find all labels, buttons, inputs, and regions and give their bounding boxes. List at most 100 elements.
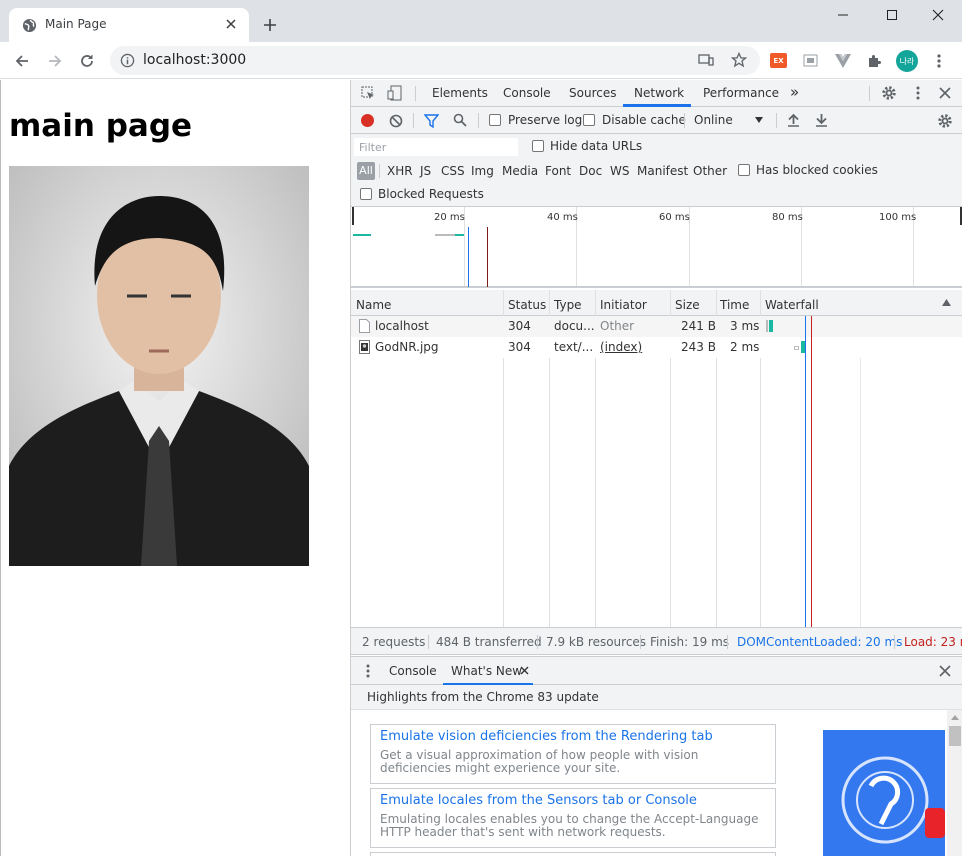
hide-data-urls-checkbox[interactable] bbox=[532, 140, 544, 152]
globe-icon bbox=[22, 18, 37, 33]
col-name[interactable]: Name bbox=[356, 298, 391, 312]
card-description: Emulating locales enables you to change … bbox=[380, 812, 759, 839]
window-close-icon[interactable] bbox=[931, 8, 945, 22]
record-icon[interactable] bbox=[361, 114, 374, 127]
close-devtools-icon[interactable] bbox=[939, 87, 951, 99]
disable-cache-checkbox[interactable] bbox=[583, 114, 595, 126]
row-status: 304 bbox=[508, 340, 531, 354]
col-status[interactable]: Status bbox=[508, 298, 546, 312]
waterfall-bar-wait bbox=[766, 320, 768, 332]
whats-new-card[interactable]: Emulate vision deficiencies from the Ren… bbox=[370, 724, 776, 784]
address-bar[interactable]: localhost:3000 bbox=[110, 46, 760, 75]
col-time[interactable]: Time bbox=[720, 298, 749, 312]
highlights-text: Highlights from the Chrome 83 update bbox=[367, 690, 599, 704]
scrollbar-thumb[interactable] bbox=[949, 726, 961, 746]
table-row[interactable]: localhost 304 docu... Other 241 B 3 ms bbox=[351, 316, 962, 337]
chevron-down-icon[interactable] bbox=[755, 117, 763, 123]
row-initiator-link[interactable]: (index) bbox=[600, 340, 642, 354]
filter-type-font[interactable]: Font bbox=[545, 164, 571, 178]
row-type: text/... bbox=[554, 340, 594, 354]
request-table-header: Name Status Type Initiator Size Time Wat… bbox=[351, 290, 962, 316]
extensions-puzzle-icon[interactable] bbox=[866, 53, 882, 69]
export-har-icon[interactable] bbox=[815, 113, 828, 127]
settings-gear-icon[interactable] bbox=[881, 85, 897, 101]
close-tab-icon[interactable] bbox=[225, 18, 237, 30]
more-tabs-icon[interactable]: » bbox=[790, 83, 799, 101]
maximize-icon[interactable] bbox=[886, 8, 898, 22]
drawer-scrollbar[interactable] bbox=[947, 710, 962, 856]
card-title-link[interactable]: Emulate vision deficiencies from the Ren… bbox=[380, 729, 713, 744]
filter-type-media[interactable]: Media bbox=[502, 164, 538, 178]
close-whats-new-icon[interactable] bbox=[520, 666, 529, 675]
filter-input[interactable]: Filter bbox=[354, 138, 518, 156]
table-row[interactable]: GodNR.jpg 304 text/... (index) 243 B 2 m… bbox=[351, 337, 962, 358]
preserve-log-checkbox[interactable] bbox=[489, 114, 501, 126]
tab-elements[interactable]: Elements bbox=[432, 86, 488, 100]
extension-vue-icon[interactable] bbox=[835, 54, 851, 68]
overview-timeline[interactable]: 20 ms 40 ms 60 ms 80 ms 100 ms bbox=[351, 207, 962, 288]
scroll-up-icon[interactable] bbox=[951, 715, 959, 720]
filter-type-doc[interactable]: Doc bbox=[579, 164, 602, 178]
tab-performance[interactable]: Performance bbox=[703, 86, 779, 100]
sort-up-icon[interactable] bbox=[942, 299, 951, 306]
card-title-link[interactable]: Emulate locales from the Sensors tab or … bbox=[380, 793, 697, 808]
col-type[interactable]: Type bbox=[554, 298, 582, 312]
throttle-select[interactable]: Online bbox=[694, 113, 733, 127]
drawer-tab-whats-new[interactable]: What's New bbox=[451, 664, 522, 678]
clear-icon[interactable] bbox=[389, 114, 403, 128]
has-blocked-cookies-checkbox[interactable] bbox=[738, 164, 750, 176]
col-initiator[interactable]: Initiator bbox=[600, 298, 647, 312]
bookmark-star-icon[interactable] bbox=[731, 52, 747, 68]
row-size: 241 B bbox=[681, 319, 716, 333]
drawer-tab-console[interactable]: Console bbox=[389, 664, 437, 678]
tab-console[interactable]: Console bbox=[503, 86, 551, 100]
filter-type-ws[interactable]: WS bbox=[610, 164, 629, 178]
tab-sources[interactable]: Sources bbox=[569, 86, 616, 100]
filter-type-xhr[interactable]: XHR bbox=[387, 164, 413, 178]
filter-type-js[interactable]: JS bbox=[420, 164, 431, 178]
search-icon[interactable] bbox=[453, 113, 467, 127]
cast-icon[interactable] bbox=[698, 53, 714, 68]
filter-type-manifest[interactable]: Manifest bbox=[637, 164, 688, 178]
col-size[interactable]: Size bbox=[675, 298, 700, 312]
forward-icon[interactable] bbox=[47, 53, 63, 69]
filter-bar: Filter Hide data URLs All XHR JS CSS Img… bbox=[351, 134, 962, 207]
tab-network[interactable]: Network bbox=[634, 86, 684, 100]
chrome-83-promo-image bbox=[823, 730, 945, 856]
import-har-icon[interactable] bbox=[787, 113, 800, 127]
extension-ex-icon[interactable]: EX bbox=[770, 53, 787, 68]
whats-new-card[interactable] bbox=[370, 852, 776, 856]
extension-reader-icon[interactable] bbox=[803, 54, 818, 67]
reload-icon[interactable] bbox=[79, 53, 95, 69]
info-icon[interactable] bbox=[120, 53, 135, 68]
filter-icon[interactable] bbox=[424, 114, 439, 128]
blocked-requests-checkbox[interactable] bbox=[360, 188, 372, 200]
filter-type-all[interactable]: All bbox=[357, 162, 375, 180]
new-tab-icon[interactable] bbox=[262, 17, 278, 33]
drawer-menu-icon[interactable] bbox=[366, 664, 370, 678]
col-waterfall[interactable]: Waterfall bbox=[765, 298, 819, 312]
devtools-menu-icon[interactable] bbox=[916, 86, 920, 100]
device-toolbar-icon[interactable] bbox=[387, 85, 402, 101]
tab-title: Main Page bbox=[45, 17, 107, 31]
back-icon[interactable] bbox=[14, 53, 30, 69]
row-type: docu... bbox=[554, 319, 595, 333]
network-settings-icon[interactable] bbox=[937, 113, 953, 129]
devtools-panel: Elements Console Sources Network Perform… bbox=[350, 80, 962, 856]
tick-label: 60 ms bbox=[659, 212, 690, 223]
dcl-line bbox=[805, 316, 806, 627]
filter-type-css[interactable]: CSS bbox=[441, 164, 465, 178]
browser-menu-icon[interactable] bbox=[937, 53, 941, 69]
preserve-log-label: Preserve log bbox=[508, 113, 583, 127]
tick-label: 80 ms bbox=[772, 212, 803, 223]
close-drawer-icon[interactable] bbox=[939, 665, 951, 677]
filter-type-other[interactable]: Other bbox=[693, 164, 727, 178]
minimize-icon[interactable] bbox=[837, 8, 849, 22]
whats-new-card[interactable]: Emulate locales from the Sensors tab or … bbox=[370, 788, 776, 848]
inspect-element-icon[interactable] bbox=[361, 86, 376, 101]
summary-transferred: 484 B transferred bbox=[436, 635, 542, 649]
profile-avatar[interactable]: 나라 bbox=[896, 50, 918, 72]
row-initiator: Other bbox=[600, 319, 635, 333]
filter-type-img[interactable]: Img bbox=[471, 164, 494, 178]
browser-tab[interactable]: Main Page bbox=[9, 8, 249, 42]
